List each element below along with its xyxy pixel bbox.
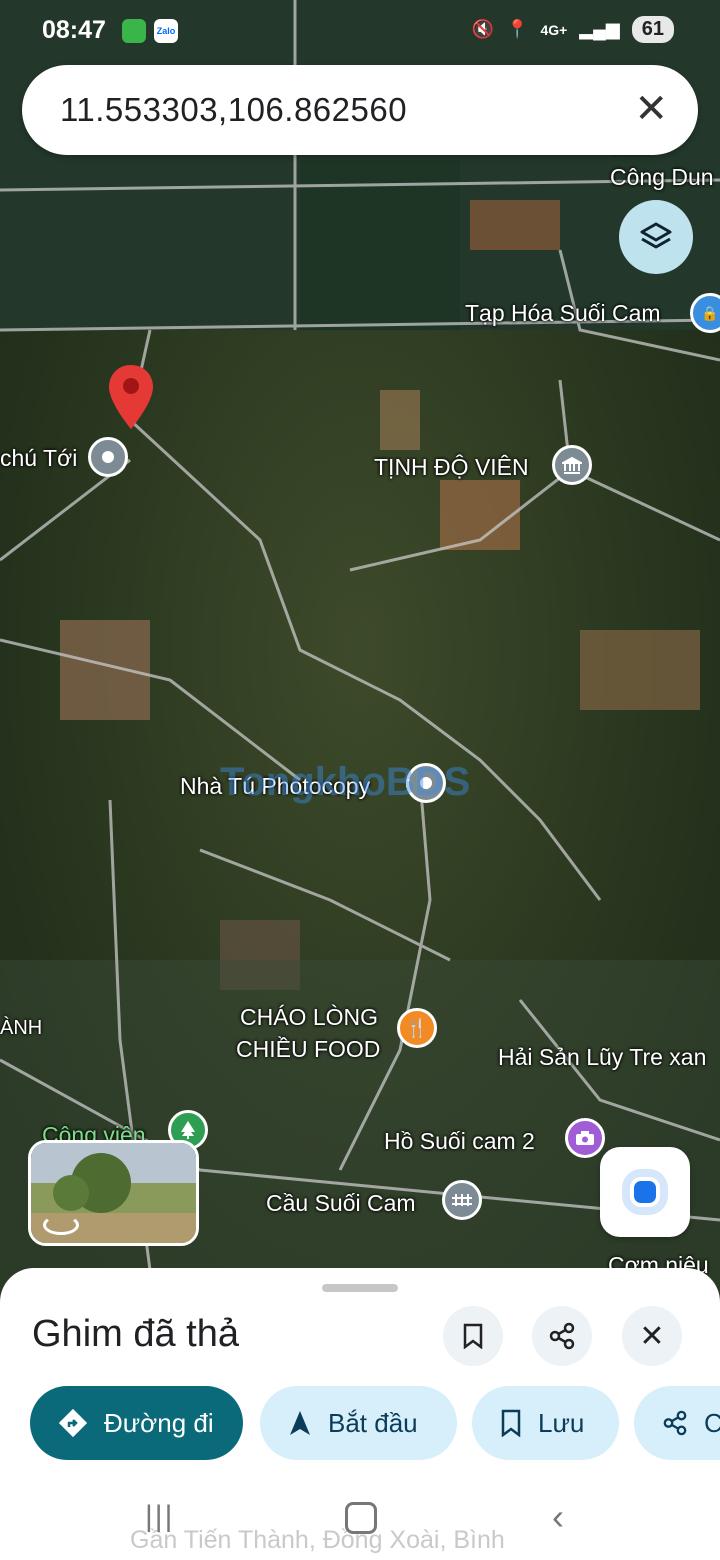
share-icon	[663, 1410, 687, 1436]
clear-search-icon[interactable]: ✕	[634, 87, 668, 131]
map-label-tap-hoa[interactable]: Tạp Hóa Suối Cam	[465, 300, 661, 327]
battery-indicator: 61	[631, 16, 674, 43]
directions-label: Đường đi	[104, 1407, 214, 1438]
zalo-icon: Zalo	[154, 19, 178, 43]
map-view[interactable]: viên Công Dun Tạp Hóa Suối Cam 🔒 chú Tới…	[0, 0, 720, 1300]
place-bottom-sheet[interactable]: Ghim đã thả ✕ Đường đi Bắt đầu Lưu C Gần…	[0, 1268, 720, 1560]
watermark-logo: TongkhoBDS	[220, 760, 471, 804]
share-button[interactable]: C	[634, 1386, 720, 1460]
bookmark-icon	[501, 1409, 521, 1437]
place-title: Ghim đã thả	[32, 1313, 239, 1355]
search-input[interactable]: 11.553303,106.862560	[60, 91, 407, 129]
search-bar[interactable]: 11.553303,106.862560 ✕	[22, 65, 698, 155]
map-label-tinh-do-vien[interactable]: TỊNH ĐỘ VIÊN	[374, 454, 529, 481]
back-icon[interactable]: ‹	[552, 1496, 564, 1538]
bookmark-icon	[463, 1323, 483, 1349]
status-bar: 08:47 Zalo 🔇 📍 4G+ ▂▄▆ 61	[0, 0, 720, 64]
map-label-chao-long-1[interactable]: CHÁO LÒNG	[240, 1004, 378, 1031]
start-button[interactable]: Bắt đầu	[260, 1386, 457, 1460]
save-label: Lưu	[538, 1407, 585, 1438]
map-label-anh: ÀNH	[0, 1017, 43, 1039]
start-label: Bắt đầu	[328, 1407, 418, 1438]
signal-icon: ▂▄▆	[579, 19, 620, 39]
map-label-ho-suoi-cam[interactable]: Hồ Suối cam 2	[384, 1128, 535, 1155]
navigation-arrow-icon	[290, 1411, 310, 1435]
place-icon[interactable]	[88, 437, 128, 477]
layers-button[interactable]	[619, 200, 693, 274]
system-nav-bar: ||| ‹	[0, 1496, 720, 1560]
map-label-chu-toi[interactable]: chú Tới	[0, 445, 77, 472]
directions-button[interactable]: Đường đi	[30, 1386, 243, 1460]
layers-icon	[640, 222, 672, 249]
app-notification-icon	[122, 19, 146, 43]
camera-icon[interactable]	[565, 1118, 605, 1158]
restaurant-icon[interactable]: 🍴	[397, 1008, 437, 1048]
share-place-button[interactable]	[532, 1306, 592, 1366]
map-label-cong-dung[interactable]: Công Dun	[610, 164, 714, 191]
share-icon	[549, 1322, 575, 1350]
temple-icon[interactable]	[552, 445, 592, 485]
location-icon: 📍	[506, 19, 529, 39]
map-label-hai-san[interactable]: Hải Sản Lũy Tre xan	[498, 1044, 706, 1071]
bridge-icon[interactable]	[442, 1180, 482, 1220]
street-view-rotate-icon	[43, 1215, 79, 1235]
satellite-imagery	[0, 0, 720, 1300]
my-location-icon	[630, 1177, 660, 1207]
map-label-chao-long-2[interactable]: CHIỀU FOOD	[236, 1036, 380, 1063]
save-place-button[interactable]	[443, 1306, 503, 1366]
network-type: 4G+	[540, 21, 568, 38]
status-time: 08:47	[42, 16, 106, 44]
sheet-drag-handle[interactable]	[322, 1284, 398, 1292]
home-icon[interactable]	[345, 1502, 377, 1534]
recent-apps-icon[interactable]: |||	[145, 1500, 174, 1534]
dropped-pin-icon[interactable]	[106, 363, 156, 436]
save-button[interactable]: Lưu	[472, 1386, 619, 1460]
close-sheet-button[interactable]: ✕	[622, 1306, 682, 1366]
mute-icon: 🔇	[471, 19, 495, 39]
map-label-cau-suoi-cam[interactable]: Cầu Suối Cam	[266, 1190, 416, 1217]
share-label: C	[704, 1407, 720, 1438]
street-view-thumbnail[interactable]	[28, 1140, 199, 1246]
close-icon: ✕	[639, 1319, 665, 1353]
directions-icon	[58, 1408, 88, 1438]
my-location-button[interactable]	[600, 1147, 690, 1237]
